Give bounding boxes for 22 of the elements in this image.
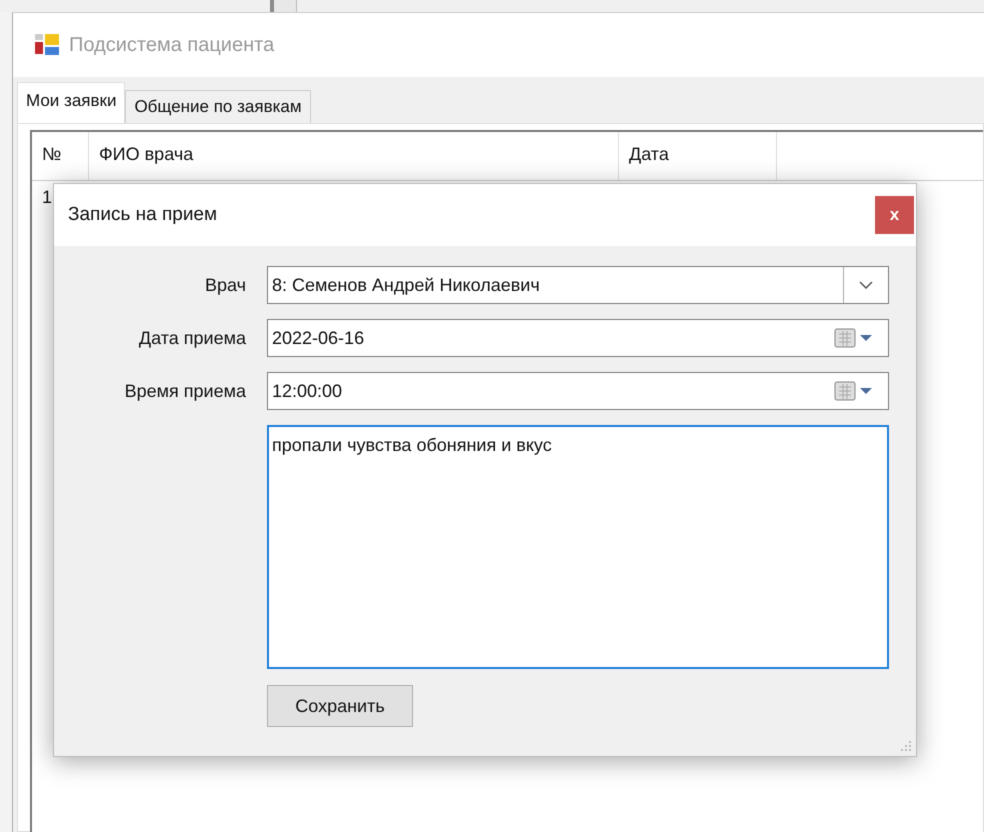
tab[interactable]: Мои заявки bbox=[17, 82, 126, 123]
column-header[interactable]: ФИО врача bbox=[89, 132, 619, 180]
text-area[interactable]: пропали чувства обоняния и вкус bbox=[267, 425, 889, 669]
tab[interactable]: Общение по заявкам bbox=[125, 90, 311, 123]
date-picker[interactable]: 12:00:00 bbox=[267, 372, 889, 410]
calendar-icon bbox=[834, 381, 874, 401]
save-button[interactable]: Сохранить bbox=[267, 685, 413, 727]
column-header[interactable]: Дата bbox=[619, 132, 777, 180]
close-button[interactable]: x bbox=[875, 196, 914, 234]
calendar-icon bbox=[834, 328, 874, 348]
chevron-down-icon bbox=[859, 281, 873, 289]
field-label: Время приема bbox=[124, 380, 246, 402]
window-title: Подсистема пациента bbox=[69, 34, 274, 56]
field-label: Врач bbox=[204, 274, 246, 296]
dialog-title: Запись на прием bbox=[68, 204, 218, 226]
table-cell-text: 1 bbox=[41, 186, 54, 209]
app-icon bbox=[35, 34, 59, 56]
column-header[interactable]: № bbox=[32, 132, 89, 180]
resize-grip-icon bbox=[900, 740, 912, 752]
doctor-dropdown[interactable]: 8: Семенов Андрей Николаевич bbox=[267, 266, 889, 304]
field-label: Дата приема bbox=[138, 328, 246, 348]
date-picker[interactable]: 2022-06-16 bbox=[267, 319, 889, 357]
